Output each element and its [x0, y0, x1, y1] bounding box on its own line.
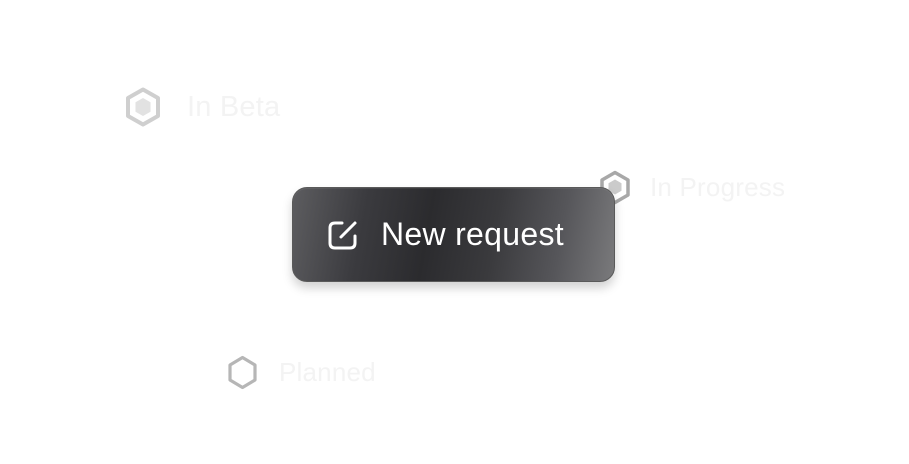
hexagon-outline-icon: [228, 355, 257, 390]
new-request-button[interactable]: New request: [292, 187, 615, 282]
new-request-label: New request: [381, 216, 564, 252]
status-tag-planned: Planned: [227, 355, 376, 390]
status-tag-in-beta: In Beta: [125, 87, 280, 127]
status-label: Planned: [279, 357, 376, 387]
hexagon-filled-icon: [126, 87, 160, 127]
edit-square-icon: [328, 221, 357, 249]
status-label: In Beta: [187, 90, 281, 123]
status-label: In Progress: [650, 172, 786, 202]
status-tag-in-progress: In Progress: [599, 170, 785, 205]
